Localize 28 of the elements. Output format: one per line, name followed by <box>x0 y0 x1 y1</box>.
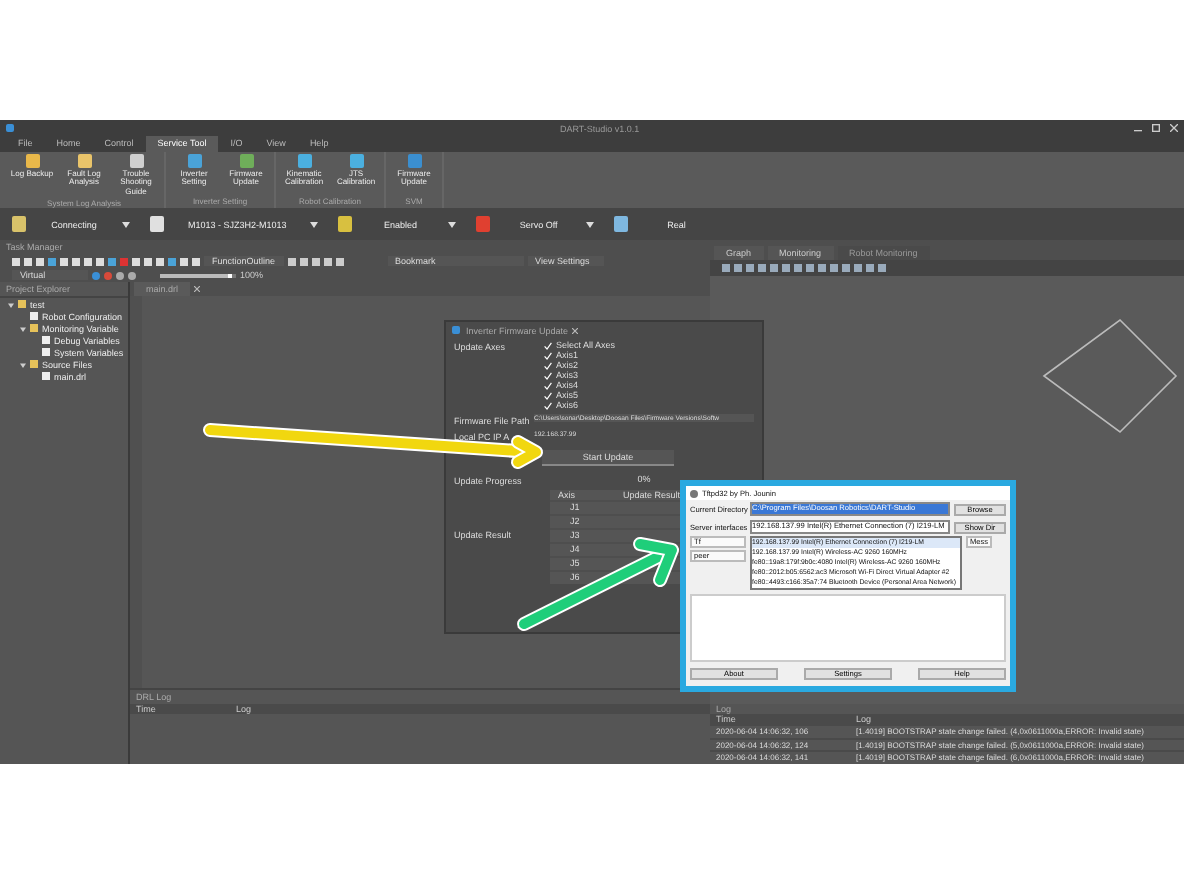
close-icon[interactable] <box>194 286 201 292</box>
status-icon <box>12 216 26 232</box>
caret-icon[interactable] <box>310 221 319 227</box>
interface-list[interactable] <box>750 536 962 590</box>
status-icon <box>338 216 353 232</box>
maximize-icon[interactable] <box>1152 124 1160 132</box>
status-icon <box>150 216 164 232</box>
checkbox[interactable] <box>544 381 552 389</box>
caret-icon[interactable] <box>122 221 130 227</box>
close-icon[interactable] <box>1170 124 1178 132</box>
checkbox[interactable] <box>544 371 552 379</box>
checkbox[interactable] <box>544 361 552 369</box>
checkbox[interactable] <box>544 351 552 359</box>
checkbox[interactable] <box>544 401 552 409</box>
checkbox[interactable] <box>544 341 552 349</box>
checkbox[interactable] <box>544 391 552 399</box>
caret-icon[interactable] <box>586 221 595 227</box>
minimize-icon[interactable] <box>1134 124 1142 132</box>
close-icon[interactable] <box>572 327 579 333</box>
expander-icon[interactable] <box>8 301 14 307</box>
diagram-drawing <box>1040 316 1180 436</box>
status-icon <box>614 216 629 232</box>
expander-icon[interactable] <box>20 361 26 367</box>
expander-icon[interactable] <box>20 325 26 331</box>
status-icon <box>476 216 491 232</box>
caret-icon[interactable] <box>448 221 457 227</box>
app-logo-icon <box>690 489 698 497</box>
app-logo-icon <box>6 124 14 132</box>
